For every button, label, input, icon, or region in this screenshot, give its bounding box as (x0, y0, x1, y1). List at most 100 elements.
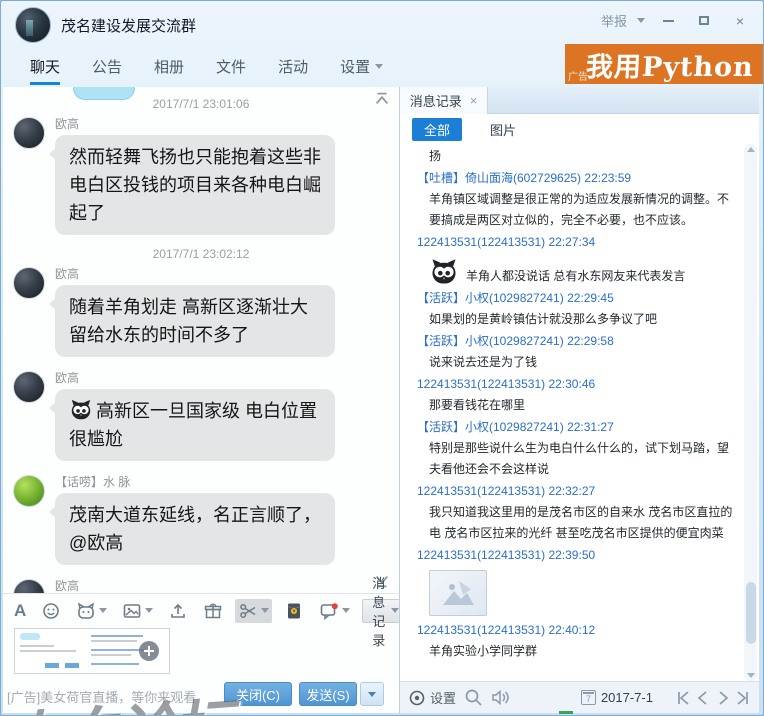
sender-name: 【话唠】水 脉 (55, 473, 335, 490)
alert-caret-icon (342, 608, 350, 613)
history-filter-row: 全部 图片 (400, 114, 759, 144)
ad-banner-text: 我用Python (570, 45, 763, 84)
tab-chat[interactable]: 聊天 (30, 47, 60, 85)
red-packet-button[interactable]: ¥ (281, 599, 307, 623)
close-button[interactable]: × (727, 12, 753, 30)
message-text: 随着羊角划走 高新区逐渐壮大 留给水东的时间不多了 (69, 297, 308, 345)
owl-emoji (69, 398, 93, 422)
history-tab-label: 消息记录 (410, 91, 462, 110)
gift-button[interactable] (200, 599, 226, 623)
nav-tabs: 聊天 公告 相册 文件 活动 设置 (3, 47, 383, 85)
user-avatar[interactable] (13, 267, 45, 299)
image-placeholder[interactable] (429, 570, 487, 616)
scrollbar-thumb[interactable] (746, 582, 756, 644)
tab-settings[interactable]: 设置 (340, 47, 383, 85)
report-link[interactable]: 举报 (601, 11, 627, 30)
history-date-picker[interactable]: 7 2017-7-1 (581, 690, 653, 705)
message-bubble: 高新区一旦国家级 电白位置很尴尬 (55, 389, 335, 461)
history-content: 扬 【吐槽】倚山面海(602729625) 22:23:59 羊角镇区域调整是很… (400, 144, 759, 681)
filter-images-button[interactable]: 图片 (490, 120, 516, 139)
first-page-icon[interactable] (675, 689, 691, 707)
filter-all-button[interactable]: 全部 (412, 118, 462, 141)
message-text: 茂南大道东延线，名正言顺了，@欧高 (69, 505, 321, 553)
chat-notification-icon (319, 601, 339, 621)
maximize-button[interactable] (691, 12, 717, 30)
scissors-icon (238, 601, 258, 621)
send-file-button[interactable] (165, 599, 191, 623)
history-text: 羊角人都没说话 总有水东网友来代表发言 (466, 266, 685, 287)
scrollbar-up-arrow[interactable] (747, 147, 755, 152)
group-avatar[interactable] (15, 7, 51, 43)
bottom-action-row: [广告]美女荷官直播，等你来观看 关闭(C) 发送(S) (3, 677, 399, 713)
own-message-bubble-partial (73, 87, 135, 100)
user-avatar[interactable] (13, 475, 45, 507)
history-sound-button[interactable] (491, 689, 510, 706)
sender-name: 欧高 (55, 577, 79, 593)
history-date-label: 2017-7-1 (601, 690, 653, 705)
collapse-chat-icon[interactable] (373, 91, 391, 107)
next-page-icon[interactable] (715, 689, 731, 707)
history-pagination (675, 689, 751, 707)
tab-announcement[interactable]: 公告 (92, 47, 122, 85)
close-chat-button[interactable]: 关闭(C) (224, 682, 292, 706)
thumb-bubble (20, 633, 40, 640)
history-text: 如果划的是黄岭镇估计就没那么多争议了吧 (400, 309, 739, 330)
chat-message-partial: 欧高 (13, 577, 389, 593)
message-text: 高新区一旦国家级 电白位置很尴尬 (69, 401, 317, 449)
screenshot-button[interactable] (235, 599, 272, 623)
message-bubble: 随着羊角划走 高新区逐渐壮大 留给水东的时间不多了 (55, 285, 335, 357)
send-options-button[interactable] (360, 682, 384, 706)
minimize-button[interactable] (655, 12, 681, 30)
send-caret-icon (368, 692, 376, 697)
user-avatar[interactable] (13, 579, 45, 593)
history-settings-button[interactable]: 设置 (408, 688, 456, 707)
tab-album[interactable]: 相册 (154, 47, 184, 85)
user-avatar[interactable] (13, 117, 45, 149)
ad-banner[interactable]: 我用Python 广告 (565, 44, 763, 84)
history-search-button[interactable] (464, 688, 483, 707)
chat-panel: 2017/7/1 23:01:06 欧高 然而轻舞飞扬也只能抱着这些非电白区投钱… (3, 87, 399, 713)
history-settings-label: 设置 (430, 688, 456, 707)
tab-settings-label: 设置 (340, 56, 370, 77)
message-text: 然而轻舞飞扬也只能抱着这些非电白区投钱的项目来各种电白崛起了 (69, 147, 321, 223)
upload-icon (168, 601, 188, 621)
last-page-icon[interactable] (735, 689, 751, 707)
chat-message: 欧高 高新区一旦国家级 电白位置很尴尬 (13, 369, 389, 461)
history-header: 【活跃】小权(1029827241) 22:31:27 (400, 417, 739, 438)
history-image-row (400, 570, 739, 616)
message-alert-button[interactable] (316, 599, 353, 623)
emoticon-button[interactable] (38, 599, 64, 623)
history-scrollbar[interactable] (744, 144, 757, 681)
screenshot-thumbnail[interactable] (14, 628, 170, 674)
zoom-magnifier-icon (139, 641, 159, 661)
speaker-icon (491, 689, 510, 706)
ad-link[interactable]: [广告]美女荷官直播，等你来观看 (7, 687, 196, 706)
message-input-area[interactable] (3, 627, 399, 677)
history-header: 122413531(122413531) 22:27:34 (400, 232, 739, 253)
history-text: 扬 (400, 146, 739, 167)
gift-icon (203, 601, 223, 621)
history-tab-close-icon[interactable]: × (470, 93, 478, 108)
search-icon (464, 688, 483, 707)
window-title: 茂名建设发展交流群 (61, 15, 196, 36)
history-header: 【吐槽】倚山面海(602729625) 22:23:59 (400, 168, 739, 189)
history-text: 羊角实验小学同学群 (400, 641, 739, 662)
history-tab[interactable]: 消息记录 × (400, 87, 488, 114)
report-caret-icon[interactable] (637, 18, 645, 23)
tab-files[interactable]: 文件 (216, 47, 246, 85)
history-tabstrip: 消息记录 × (400, 87, 759, 114)
user-avatar[interactable] (13, 371, 45, 403)
send-image-button[interactable] (119, 599, 156, 623)
titlebar: 茂名建设发展交流群 举报 × (3, 3, 761, 45)
history-text: 特别是那些说什么生为电白什么什么的，试下划马踏，望夫看他还会不会这样说 (400, 438, 739, 480)
chat-timestamp: 2017/7/1 23:02:12 (13, 247, 389, 261)
sticker-button[interactable] (73, 599, 110, 623)
tab-activity[interactable]: 活动 (278, 47, 308, 85)
send-button[interactable]: 发送(S) (299, 682, 357, 706)
chat-message: 欧高 随着羊角划走 高新区逐渐壮大 留给水东的时间不多了 (13, 265, 389, 357)
message-bubble: 茂南大道东延线，名正言顺了，@欧高 (55, 493, 335, 565)
previous-page-icon[interactable] (695, 689, 711, 707)
scrollbar-down-arrow[interactable] (747, 673, 755, 678)
broken-image-icon (441, 579, 475, 607)
font-style-button[interactable]: A (11, 600, 29, 621)
